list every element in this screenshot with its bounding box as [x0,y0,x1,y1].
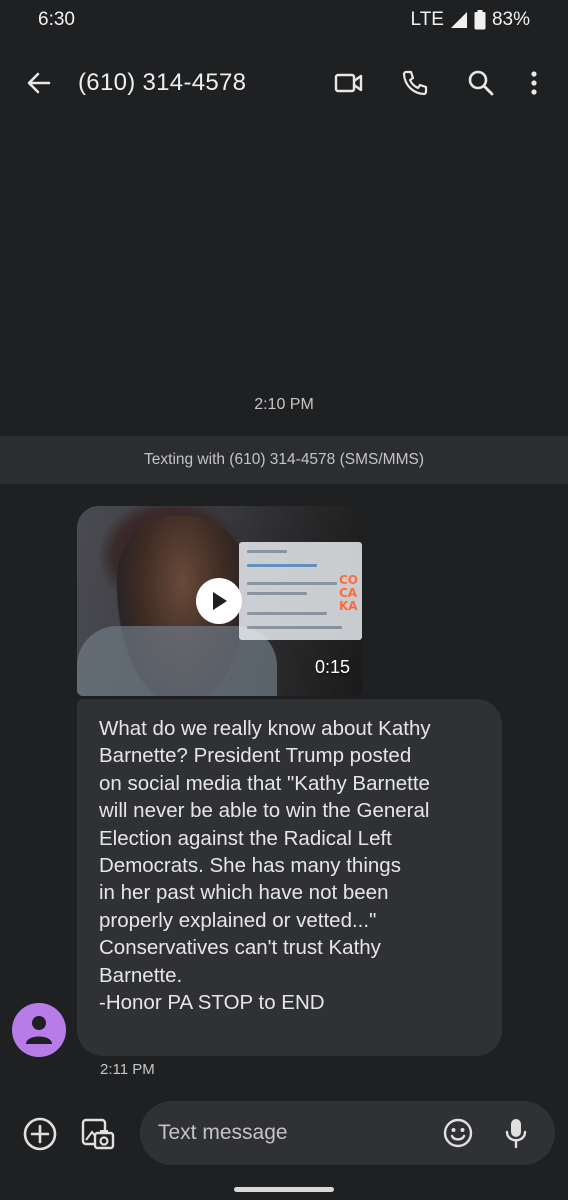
message-input[interactable] [158,1101,438,1165]
message-timestamp: 2:11 PM [100,1061,155,1078]
battery-level: 83% [491,9,530,30]
appbar-actions [316,66,554,100]
search-icon[interactable] [448,66,514,100]
sender-avatar[interactable] [12,1003,66,1057]
person-icon [26,1016,52,1044]
signal-icon [450,11,468,29]
phone-call-icon[interactable] [382,66,448,100]
status-time: 6:30 [38,9,75,30]
status-bar: 6:30 LTE 83% [0,0,568,40]
video-call-icon[interactable] [316,66,382,100]
app-bar: (610) 314-4578 [0,52,568,114]
compose-field [140,1101,555,1165]
video-attachment[interactable]: CO CA KA 0:15 [77,506,362,696]
sms-info-banner: Texting with (610) 314-4578 (SMS/MMS) [0,436,568,484]
network-type: LTE [410,9,444,30]
emoji-icon[interactable] [442,1117,474,1149]
navigation-gesture-bar[interactable] [234,1187,334,1192]
play-icon[interactable] [196,578,242,624]
mic-icon[interactable] [500,1116,532,1150]
battery-icon [474,10,486,30]
conversation-title: (610) 314-4578 [78,69,247,96]
gallery-camera-icon[interactable] [80,1116,116,1152]
video-thumbnail-sign: CO CA KA [339,573,359,613]
incoming-message-bubble[interactable]: What do we really know about Kathy Barne… [77,699,502,1056]
date-label: 2:10 PM [254,396,314,413]
message-text: What do we really know about Kathy Barne… [99,717,431,1015]
video-duration: 0:15 [314,657,350,677]
add-attachment-icon[interactable] [22,1116,58,1152]
more-options-icon[interactable] [514,66,554,100]
status-indicators: LTE 83% [411,9,530,31]
back-arrow-icon[interactable] [24,68,54,98]
